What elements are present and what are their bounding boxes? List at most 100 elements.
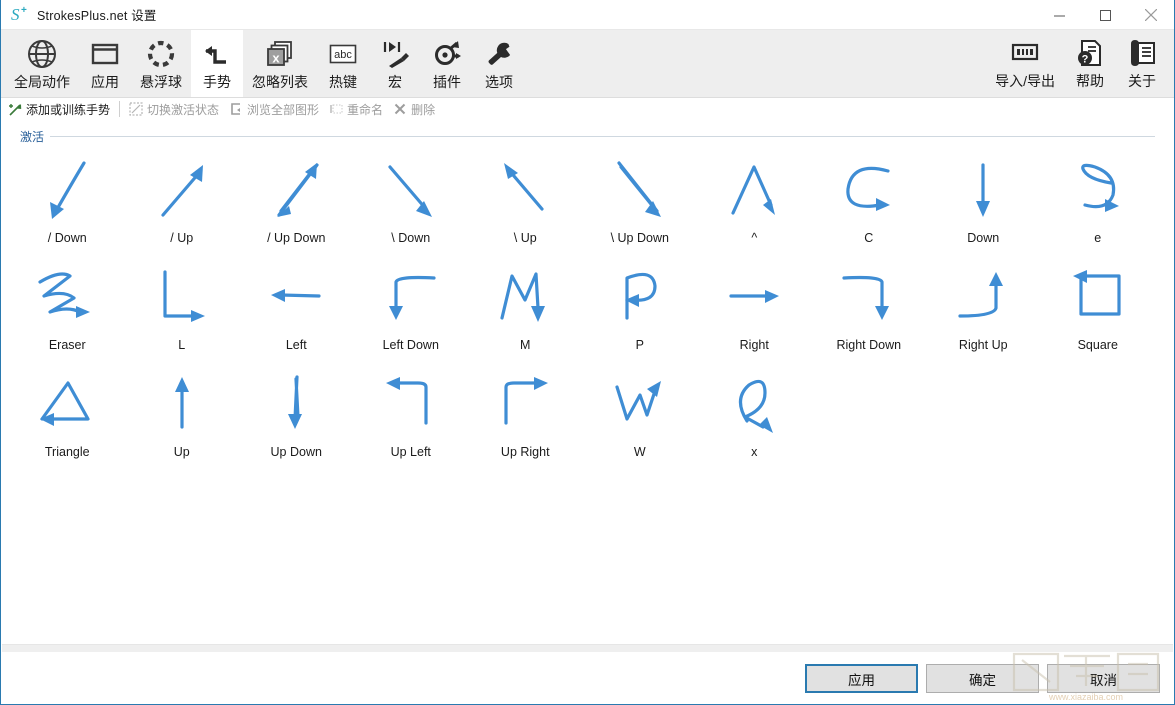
toolbar-right-group: 导入/导出 ? 帮助 bbox=[986, 30, 1168, 96]
toolbar-label: 关于 bbox=[1128, 71, 1156, 91]
toolbar-separator bbox=[119, 101, 120, 117]
gesture-stroke-icon bbox=[136, 152, 228, 230]
toolbar-label: 悬浮球 bbox=[140, 72, 182, 92]
gesture-item[interactable]: Right bbox=[697, 259, 812, 366]
toolbar-left-group: 全局动作 应用 悬浮球 bbox=[5, 30, 525, 97]
toolbar-label: 忽略列表 bbox=[252, 72, 308, 92]
gesture-stroke-icon bbox=[250, 366, 342, 444]
gesture-item[interactable]: Up Down bbox=[239, 366, 354, 473]
gesture-item[interactable]: \ Up bbox=[468, 152, 583, 259]
import-export-icon bbox=[1009, 36, 1041, 70]
gesture-name-label: Right bbox=[740, 338, 769, 352]
toolbar-item-macros[interactable]: 宏 bbox=[369, 30, 421, 97]
gesture-stroke-icon bbox=[21, 152, 113, 230]
wrench-icon bbox=[483, 37, 515, 71]
gesture-name-label: x bbox=[751, 445, 757, 459]
close-icon[interactable] bbox=[1128, 0, 1174, 30]
gesture-name-label: Up bbox=[174, 445, 190, 459]
stacked-x-icon: x bbox=[264, 37, 296, 71]
toolbar-label: 热键 bbox=[329, 72, 357, 92]
gesture-item[interactable]: Eraser bbox=[10, 259, 125, 366]
gesture-item[interactable]: e bbox=[1041, 152, 1156, 259]
browse-shapes-icon bbox=[228, 101, 244, 117]
sub-toolbar-label: 重命名 bbox=[347, 101, 383, 118]
gesture-name-label: Up Down bbox=[271, 445, 322, 459]
gesture-stroke-icon bbox=[21, 366, 113, 444]
gesture-item[interactable]: / Down bbox=[10, 152, 125, 259]
gesture-item[interactable]: P bbox=[583, 259, 698, 366]
gesture-grid: / Down / Up/ Up Down\ Down \ Up \ Up Down^ C… bbox=[10, 152, 1155, 473]
gesture-item[interactable]: L bbox=[125, 259, 240, 366]
gesture-item[interactable]: M bbox=[468, 259, 583, 366]
dialog-buttons: 应用 确定 取消 bbox=[805, 664, 1160, 693]
toolbar-item-global-actions[interactable]: 全局动作 bbox=[5, 30, 79, 97]
toolbar-label: 选项 bbox=[485, 72, 513, 92]
toolbar-label: 全局动作 bbox=[14, 72, 70, 92]
toggle-active-state-button[interactable]: 切换激活状态 bbox=[126, 99, 226, 119]
dialog-footer: 应用 确定 取消 bbox=[2, 644, 1173, 703]
gesture-stroke-icon bbox=[937, 152, 1029, 230]
gesture-name-label: Right Up bbox=[959, 338, 1008, 352]
gesture-stroke-icon bbox=[136, 366, 228, 444]
toolbar-item-plugins[interactable]: 插件 bbox=[421, 30, 473, 97]
gesture-item[interactable]: ^ bbox=[697, 152, 812, 259]
gesture-name-label: Down bbox=[967, 231, 999, 245]
gesture-stroke-icon bbox=[479, 259, 571, 337]
gesture-item[interactable]: Triangle bbox=[10, 366, 125, 473]
toolbar-item-about[interactable]: 关于 bbox=[1116, 30, 1168, 96]
gesture-item[interactable]: / Up bbox=[125, 152, 240, 259]
delete-button[interactable]: 删除 bbox=[390, 99, 442, 119]
svg-text:?: ? bbox=[1082, 54, 1089, 66]
gesture-item[interactable]: Square bbox=[1041, 259, 1156, 366]
gesture-stroke-icon bbox=[708, 259, 800, 337]
toolbar-item-applications[interactable]: 应用 bbox=[79, 30, 131, 97]
gesture-stroke-icon bbox=[708, 152, 800, 230]
gesture-stroke-icon bbox=[823, 259, 915, 337]
dashed-circle-icon bbox=[145, 37, 177, 71]
toolbar-item-ignore-list[interactable]: x 忽略列表 bbox=[243, 30, 317, 97]
gesture-item[interactable]: \ Up Down bbox=[583, 152, 698, 259]
toolbar-item-gestures[interactable]: 手势 bbox=[191, 30, 243, 97]
gesture-item[interactable]: \ Down bbox=[354, 152, 469, 259]
gesture-name-label: / Down bbox=[48, 231, 87, 245]
maximize-icon[interactable] bbox=[1082, 0, 1128, 30]
toolbar-item-options[interactable]: 选项 bbox=[473, 30, 525, 97]
gesture-item[interactable]: x bbox=[697, 366, 812, 473]
gesture-item[interactable]: W bbox=[583, 366, 698, 473]
gesture-item[interactable]: Right Down bbox=[812, 259, 927, 366]
gesture-item[interactable]: Up Right bbox=[468, 366, 583, 473]
add-or-train-gesture-button[interactable]: 添加或训练手势 bbox=[5, 99, 117, 119]
gesture-item[interactable]: Down bbox=[926, 152, 1041, 259]
plugin-node-icon bbox=[431, 37, 463, 71]
sub-toolbar-label: 删除 bbox=[411, 101, 435, 118]
groupbox-title: 激活 bbox=[10, 128, 50, 145]
gesture-item[interactable]: Left bbox=[239, 259, 354, 366]
window-title: StrokesPlus.net 设置 bbox=[37, 5, 157, 24]
apply-button[interactable]: 应用 bbox=[805, 664, 918, 693]
toolbar-item-import-export[interactable]: 导入/导出 bbox=[986, 30, 1064, 96]
gesture-name-label: Up Left bbox=[391, 445, 431, 459]
gesture-name-label: \ Up bbox=[514, 231, 537, 245]
gesture-name-label: C bbox=[864, 231, 873, 245]
cancel-button[interactable]: 取消 bbox=[1047, 664, 1160, 693]
gesture-item[interactable]: C bbox=[812, 152, 927, 259]
gesture-stroke-icon bbox=[1052, 259, 1144, 337]
rename-button[interactable]: 重命名 bbox=[326, 99, 390, 119]
toolbar-item-hotkeys[interactable]: abc 热键 bbox=[317, 30, 369, 97]
gesture-item[interactable]: Right Up bbox=[926, 259, 1041, 366]
toolbar-item-floating-ball[interactable]: 悬浮球 bbox=[131, 30, 191, 97]
minimize-icon[interactable] bbox=[1036, 0, 1082, 30]
gesture-item[interactable]: / Up Down bbox=[239, 152, 354, 259]
toolbar-label: 插件 bbox=[433, 72, 461, 92]
toolbar-item-help[interactable]: ? 帮助 bbox=[1064, 30, 1116, 96]
settings-window: S+ StrokesPlus.net 设置 bbox=[0, 0, 1175, 705]
ok-button[interactable]: 确定 bbox=[926, 664, 1039, 693]
gesture-actions-toolbar: 添加或训练手势 切换激活状态 浏览全部图形 bbox=[1, 98, 1174, 121]
gesture-content-area: 激活 / Down / Up/ Up Down\ Down \ Up \ Up Dow… bbox=[2, 122, 1173, 644]
browse-all-shapes-button[interactable]: 浏览全部图形 bbox=[226, 99, 326, 119]
gesture-stroke-icon bbox=[365, 152, 457, 230]
gesture-item[interactable]: Up bbox=[125, 366, 240, 473]
gesture-item[interactable]: Left Down bbox=[354, 259, 469, 366]
gesture-name-label: P bbox=[636, 338, 644, 352]
gesture-item[interactable]: Up Left bbox=[354, 366, 469, 473]
